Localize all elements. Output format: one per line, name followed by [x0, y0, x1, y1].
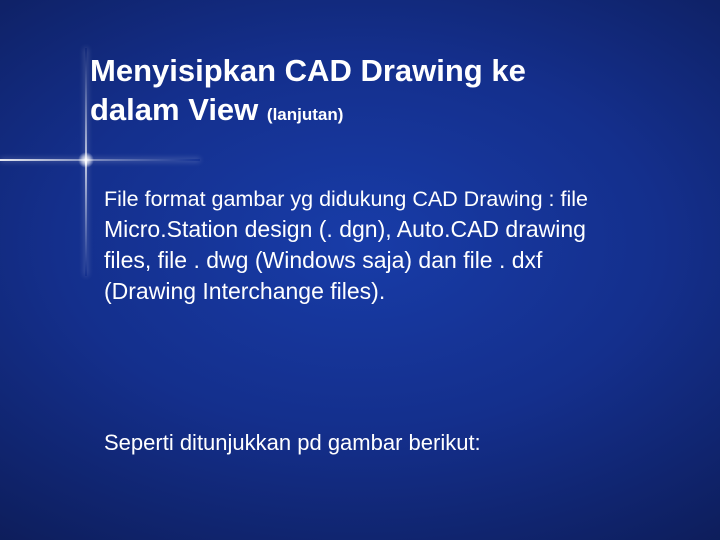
- slide-title: Menyisipkan CAD Drawing ke dalam View (l…: [90, 52, 650, 130]
- title-line-1: Menyisipkan CAD Drawing ke: [90, 52, 650, 91]
- lens-flare-horizontal: [0, 159, 200, 161]
- title-continuation: (lanjutan): [267, 105, 344, 124]
- title-line-2: dalam View (lanjutan): [90, 91, 650, 130]
- title-main: dalam View: [90, 92, 267, 127]
- slide: Menyisipkan CAD Drawing ke dalam View (l…: [0, 0, 720, 540]
- lens-flare-core: [78, 152, 94, 168]
- body-main: Micro.Station design (. dgn), Auto.CAD d…: [104, 216, 586, 304]
- body-lead-in: File format gambar yg didukung CAD Drawi…: [104, 187, 588, 211]
- slide-footer: Seperti ditunjukkan pd gambar berikut:: [104, 430, 614, 456]
- slide-body: File format gambar yg didukung CAD Drawi…: [104, 183, 614, 307]
- lens-flare-vertical: [85, 48, 87, 276]
